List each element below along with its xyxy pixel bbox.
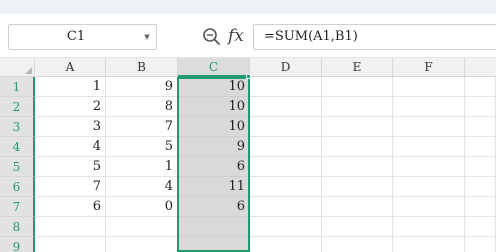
cell-g9[interactable] — [465, 237, 496, 252]
cell-f7[interactable] — [393, 197, 465, 217]
row-header[interactable]: 4 — [0, 137, 35, 157]
cell-b1[interactable]: 9 — [106, 77, 178, 97]
cell-c4[interactable]: 9 — [178, 137, 250, 157]
cell-d1[interactable] — [250, 77, 322, 97]
fill-handle[interactable] — [246, 74, 251, 79]
cell-c5[interactable]: 6 — [178, 157, 250, 177]
row-header[interactable]: 5 — [0, 157, 35, 177]
spreadsheet-grid: A B C D E F 1 1 9 10 2 2 8 10 3 3 7 10 4 4 5 9 5 5 1 6 6 7 4 11… — [0, 58, 496, 252]
cell-b9[interactable] — [106, 237, 178, 252]
cell-e1[interactable] — [322, 77, 393, 97]
cell-f2[interactable] — [393, 97, 465, 117]
cell-g7[interactable] — [465, 197, 496, 217]
cell-g1[interactable] — [465, 77, 496, 97]
cell-c7[interactable]: 6 — [178, 197, 250, 217]
cell-a4[interactable]: 4 — [35, 137, 106, 157]
cell-b6[interactable]: 4 — [106, 177, 178, 197]
zoom-magnifier-icon[interactable] — [201, 26, 223, 48]
row-header[interactable]: 7 — [0, 197, 35, 217]
ribbon-bottom-strip — [0, 0, 496, 14]
cell-b5[interactable]: 1 — [106, 157, 178, 177]
cell-b7[interactable]: 0 — [106, 197, 178, 217]
column-header-e[interactable]: E — [322, 58, 393, 77]
row-header[interactable]: 1 — [0, 77, 35, 97]
cell-c1[interactable]: 10 — [178, 77, 250, 97]
cell-a7[interactable]: 6 — [35, 197, 106, 217]
cell-e2[interactable] — [322, 97, 393, 117]
cell-f4[interactable] — [393, 137, 465, 157]
row-header[interactable]: 2 — [0, 97, 35, 117]
column-header-b[interactable]: B — [106, 58, 178, 77]
formula-bar: C1 ▼ fx =SUM(A1,B1) — [0, 14, 496, 58]
cell-g2[interactable] — [465, 97, 496, 117]
cell-g4[interactable] — [465, 137, 496, 157]
column-header-a[interactable]: A — [35, 58, 106, 77]
row-header[interactable]: 6 — [0, 177, 35, 197]
cell-f1[interactable] — [393, 77, 465, 97]
cell-d2[interactable] — [250, 97, 322, 117]
formula-input[interactable]: =SUM(A1,B1) — [253, 24, 496, 50]
cell-f3[interactable] — [393, 117, 465, 137]
cell-c8[interactable] — [178, 217, 250, 237]
cell-c2[interactable]: 10 — [178, 97, 250, 117]
column-header-d[interactable]: D — [250, 58, 322, 77]
cell-e6[interactable] — [322, 177, 393, 197]
name-box-value: C1 — [66, 29, 86, 44]
formula-text: =SUM(A1,B1) — [264, 29, 358, 44]
cell-g8[interactable] — [465, 217, 496, 237]
cell-d3[interactable] — [250, 117, 322, 137]
column-header-g-partial[interactable] — [465, 58, 496, 77]
cell-d4[interactable] — [250, 137, 322, 157]
cell-e7[interactable] — [322, 197, 393, 217]
function-fx-icon[interactable]: fx — [228, 25, 248, 47]
cell-b2[interactable]: 8 — [106, 97, 178, 117]
column-header-f[interactable]: F — [393, 58, 465, 77]
cell-e3[interactable] — [322, 117, 393, 137]
cell-b4[interactable]: 5 — [106, 137, 178, 157]
cell-a1[interactable]: 1 — [35, 77, 106, 97]
cell-d9[interactable] — [250, 237, 322, 252]
cell-a9[interactable] — [35, 237, 106, 252]
cell-a5[interactable]: 5 — [35, 157, 106, 177]
cell-f5[interactable] — [393, 157, 465, 177]
cell-f8[interactable] — [393, 217, 465, 237]
cell-f9[interactable] — [393, 237, 465, 252]
cell-b8[interactable] — [106, 217, 178, 237]
cell-e9[interactable] — [322, 237, 393, 252]
cell-c6[interactable]: 11 — [178, 177, 250, 197]
name-box[interactable]: C1 ▼ — [8, 24, 157, 50]
row-header[interactable]: 8 — [0, 217, 35, 237]
cell-c3[interactable]: 10 — [178, 117, 250, 137]
cell-f6[interactable] — [393, 177, 465, 197]
cell-g3[interactable] — [465, 117, 496, 137]
cell-a2[interactable]: 2 — [35, 97, 106, 117]
cell-e4[interactable] — [322, 137, 393, 157]
cell-a8[interactable] — [35, 217, 106, 237]
cell-a3[interactable]: 3 — [35, 117, 106, 137]
column-header-c[interactable]: C — [178, 58, 250, 77]
select-all-corner[interactable] — [0, 58, 35, 77]
cell-d7[interactable] — [250, 197, 322, 217]
cell-d6[interactable] — [250, 177, 322, 197]
cell-e8[interactable] — [322, 217, 393, 237]
cell-e5[interactable] — [322, 157, 393, 177]
cell-d8[interactable] — [250, 217, 322, 237]
cell-a6[interactable]: 7 — [35, 177, 106, 197]
cell-b3[interactable]: 7 — [106, 117, 178, 137]
row-header[interactable]: 9 — [0, 237, 35, 252]
chevron-down-icon[interactable]: ▼ — [142, 25, 152, 49]
row-header[interactable]: 3 — [0, 117, 35, 137]
cell-g5[interactable] — [465, 157, 496, 177]
cell-c9[interactable] — [178, 237, 250, 252]
cell-g6[interactable] — [465, 177, 496, 197]
cell-d5[interactable] — [250, 157, 322, 177]
